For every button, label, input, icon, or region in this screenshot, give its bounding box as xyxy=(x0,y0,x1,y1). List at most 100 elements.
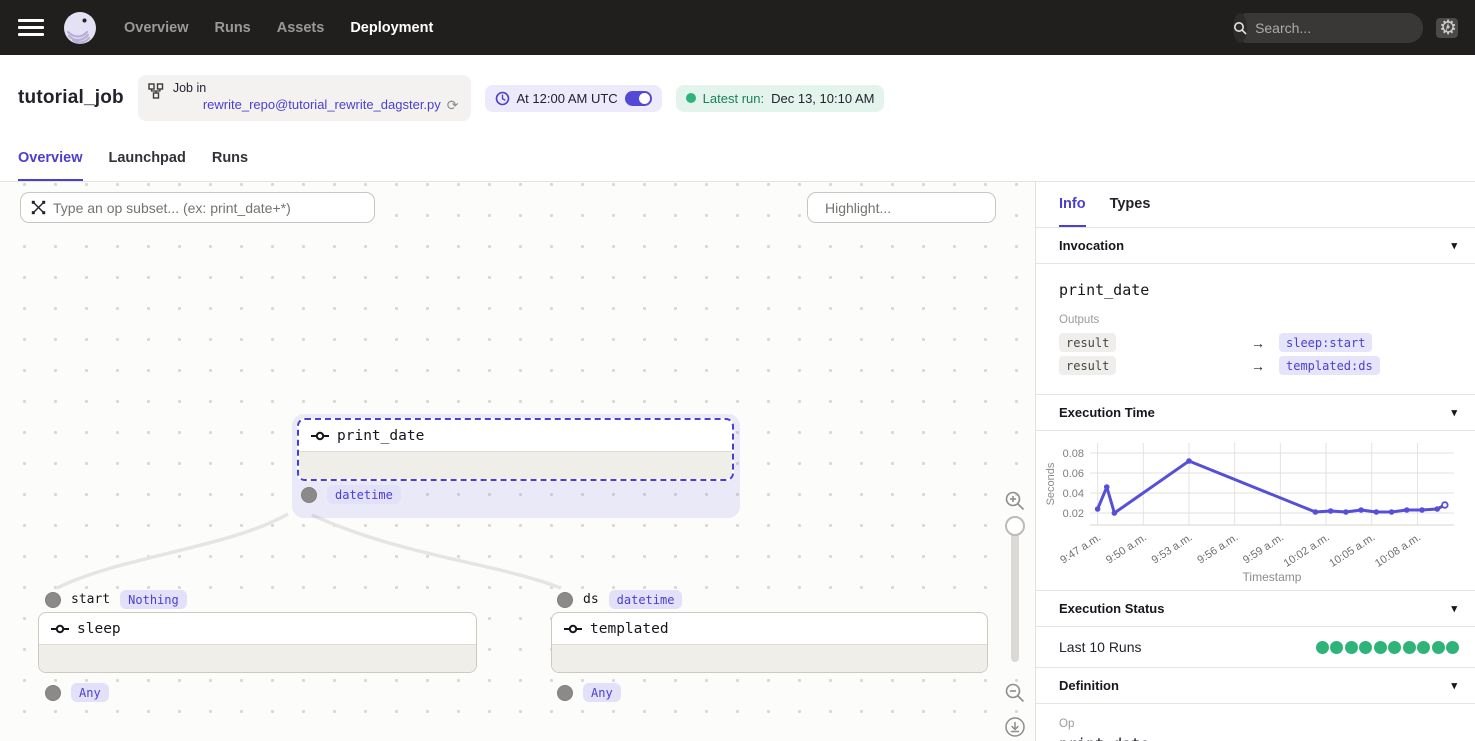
op-subset-input[interactable] xyxy=(53,200,364,216)
last-runs-row: Last 10 Runs xyxy=(1036,627,1475,668)
chevron-down-icon: ▾ xyxy=(1451,602,1457,615)
tab-overview[interactable]: Overview xyxy=(18,150,83,181)
settings-gear-icon[interactable]: ⚙ xyxy=(1439,18,1457,38)
invocation-op-name: print_date xyxy=(1059,281,1459,299)
outputs-label: Outputs xyxy=(1059,314,1459,326)
input-port[interactable] xyxy=(557,592,573,608)
output-type-badge[interactable]: Any xyxy=(583,683,621,702)
output-target-badge[interactable]: sleep:start xyxy=(1279,333,1372,352)
run-status-dot[interactable] xyxy=(1432,641,1445,654)
output-port[interactable] xyxy=(45,685,61,701)
info-side-panel: Info Types Invocation ▾ print_date Outpu… xyxy=(1035,182,1475,741)
input-type-badge[interactable]: Nothing xyxy=(120,590,187,609)
svg-text:Seconds: Seconds xyxy=(1045,462,1057,505)
op-node-name: print_date xyxy=(337,428,424,444)
latest-run-badge[interactable]: Latest run: Dec 13, 10:10 AM xyxy=(676,85,885,112)
hamburger-menu-icon[interactable] xyxy=(18,19,44,36)
op-node-sleep[interactable]: sleep xyxy=(38,612,477,673)
search-icon xyxy=(1233,13,1247,43)
zoom-in-icon[interactable] xyxy=(1004,490,1026,512)
nav-item-runs[interactable]: Runs xyxy=(215,20,251,36)
output-port[interactable] xyxy=(557,685,573,701)
zoom-slider[interactable] xyxy=(1005,516,1025,666)
section-invocation[interactable]: Invocation ▾ xyxy=(1036,228,1475,264)
output-target-badge[interactable]: templated:ds xyxy=(1279,356,1380,375)
top-nav: Overview Runs Assets Deployment / ⚙ xyxy=(0,0,1475,55)
page-title: tutorial_job xyxy=(18,87,124,109)
schedule-toggle[interactable] xyxy=(625,91,652,106)
output-type-badge[interactable]: datetime xyxy=(327,485,401,504)
section-execution-status[interactable]: Execution Status ▾ xyxy=(1036,591,1475,627)
global-search[interactable]: / xyxy=(1233,13,1423,43)
svg-text:Timestamp: Timestamp xyxy=(1243,570,1302,584)
run-status-dot[interactable] xyxy=(1345,641,1358,654)
input-port-name: start xyxy=(71,592,110,607)
latest-run-time: Dec 13, 10:10 AM xyxy=(771,91,874,106)
run-status-dot[interactable] xyxy=(1359,641,1372,654)
output-name-badge: result xyxy=(1059,356,1116,375)
schedule-badge: At 12:00 AM UTC xyxy=(485,85,662,112)
tab-runs[interactable]: Runs xyxy=(212,150,248,181)
svg-text:0.02: 0.02 xyxy=(1063,508,1084,520)
reload-icon[interactable]: ⟳ xyxy=(447,97,459,115)
panel-tab-types[interactable]: Types xyxy=(1110,196,1151,227)
op-icon xyxy=(564,624,582,634)
run-status-dot[interactable] xyxy=(1446,641,1459,654)
definition-op-name: print_date xyxy=(1059,735,1459,741)
svg-text:9:56 a.m.: 9:56 a.m. xyxy=(1195,532,1240,567)
nav-item-assets[interactable]: Assets xyxy=(277,20,325,36)
section-title: Execution Status xyxy=(1059,601,1164,616)
op-icon xyxy=(51,624,69,634)
svg-text:9:53 a.m.: 9:53 a.m. xyxy=(1150,532,1195,567)
run-status-dot[interactable] xyxy=(1374,641,1387,654)
nav-item-deployment[interactable]: Deployment xyxy=(350,20,433,36)
repo-link[interactable]: rewrite_repo@tutorial_rewrite_dagster.py xyxy=(203,97,441,113)
svg-text:9:59 a.m.: 9:59 a.m. xyxy=(1241,532,1286,567)
clock-icon xyxy=(495,91,510,106)
latest-run-label: Latest run: xyxy=(703,91,764,106)
nav-item-overview[interactable]: Overview xyxy=(124,20,189,36)
input-port-name: ds xyxy=(583,592,599,607)
schedule-label: At 12:00 AM UTC xyxy=(517,91,618,106)
run-status-dots[interactable] xyxy=(1316,641,1460,654)
svg-text:9:50 a.m.: 9:50 a.m. xyxy=(1104,532,1149,567)
chevron-down-icon: ▾ xyxy=(1451,679,1457,692)
zoom-slider-track[interactable] xyxy=(1011,522,1019,662)
input-port[interactable] xyxy=(45,592,61,608)
selected-node-halo: print_date datetime xyxy=(292,414,740,518)
svg-text:10:05 a.m.: 10:05 a.m. xyxy=(1327,532,1377,570)
input-type-badge[interactable]: datetime xyxy=(609,590,683,609)
run-status-dot[interactable] xyxy=(1330,641,1343,654)
page-header: tutorial_job Job in rewrite_repo@tutoria… xyxy=(0,55,1475,137)
dagster-logo-icon[interactable] xyxy=(62,10,98,46)
highlight-input[interactable] xyxy=(825,200,1006,216)
svg-text:0.04: 0.04 xyxy=(1063,488,1084,500)
arrow-right-icon: → xyxy=(1251,358,1265,374)
section-execution-time[interactable]: Execution Time ▾ xyxy=(1036,395,1475,431)
search-input[interactable] xyxy=(1247,20,1436,36)
svg-text:10:08 a.m.: 10:08 a.m. xyxy=(1373,532,1423,570)
output-type-badge[interactable]: Any xyxy=(71,683,109,702)
run-status-dot[interactable] xyxy=(1417,641,1430,654)
op-node-name: sleep xyxy=(77,621,121,637)
chevron-down-icon: ▾ xyxy=(1451,239,1457,252)
output-mapping-row: result → sleep:start xyxy=(1059,333,1459,352)
panel-tabs: Info Types xyxy=(1036,182,1475,228)
op-node-templated[interactable]: templated xyxy=(551,612,988,673)
download-layout-icon[interactable] xyxy=(1004,716,1026,738)
run-status-dot[interactable] xyxy=(1388,641,1401,654)
op-node-print-date[interactable]: print_date xyxy=(297,418,734,481)
run-status-dot[interactable] xyxy=(1316,641,1329,654)
zoom-out-icon[interactable] xyxy=(1004,682,1026,704)
tab-launchpad[interactable]: Launchpad xyxy=(109,150,186,181)
panel-tab-info[interactable]: Info xyxy=(1059,196,1086,227)
op-kind-label: Op xyxy=(1059,718,1459,730)
zoom-slider-knob[interactable] xyxy=(1005,516,1025,536)
op-graph-canvas[interactable]: print_date datetime start Nothing sleep xyxy=(0,182,1035,741)
definition-body: Op print_date xyxy=(1036,704,1475,741)
run-status-dot[interactable] xyxy=(1403,641,1416,654)
run-status-dot-icon xyxy=(686,93,696,103)
output-port[interactable] xyxy=(301,487,317,503)
section-definition[interactable]: Definition ▾ xyxy=(1036,668,1475,704)
job-location-pill: Job in rewrite_repo@tutorial_rewrite_dag… xyxy=(138,75,471,121)
